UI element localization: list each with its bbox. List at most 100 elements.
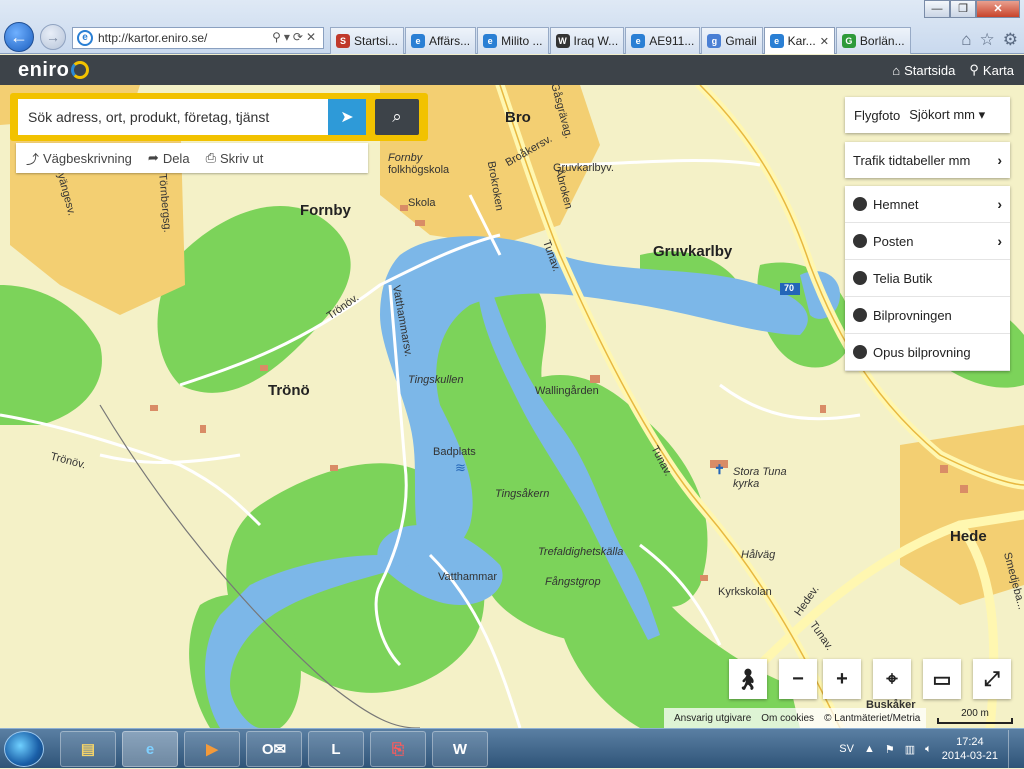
start-button[interactable]	[4, 731, 44, 767]
poi-item[interactable]: Posten ›	[845, 223, 1010, 260]
outlook-icon: O✉	[261, 741, 287, 758]
browser-tab[interactable]: g Gmail	[701, 27, 763, 54]
layer-sjokort[interactable]: Sjökort mm ▾	[900, 107, 985, 123]
poi-item-label: Hemnet	[873, 196, 919, 212]
measure-button[interactable]: ▭	[923, 659, 961, 699]
tab-favicon-icon: e	[631, 34, 646, 48]
attribution-cookies[interactable]: Om cookies	[761, 713, 814, 724]
tab-strip: S Startsi... e Affärs... e Milito ... W Iraq W.…	[330, 27, 912, 54]
browser-toolbar-icons: ⌂ ☆ ⚙	[961, 30, 1018, 50]
scale-bar: 200 m	[935, 708, 1015, 726]
nav-karta[interactable]: ⚲ Karta	[969, 62, 1014, 78]
my-location-button[interactable]: ⌖	[873, 659, 911, 699]
scale-line	[937, 718, 1013, 724]
locate-arrow-icon: ➤	[340, 109, 354, 126]
streetview-pegman-button[interactable]: 🚶︎	[729, 659, 767, 699]
tab-favicon-icon: e	[769, 34, 784, 48]
search-button[interactable]: ⌕	[375, 99, 419, 135]
taskbar-media-player[interactable]: ▶	[184, 731, 240, 767]
house-icon: ⌂	[892, 62, 901, 78]
close-button[interactable]: ✕	[976, 0, 1020, 18]
nav-startsida[interactable]: ⌂ Startsida	[892, 62, 955, 78]
minus-icon: −	[792, 667, 804, 690]
eniro-logo[interactable]: eniro	[18, 59, 90, 82]
caret-down-icon: ▾	[978, 107, 986, 122]
show-desktop-button[interactable]	[1008, 730, 1018, 768]
label-trono: Trönö	[268, 382, 310, 399]
map-layer-panel: Flygfoto Sjökort mm ▾	[845, 97, 1010, 133]
share-button[interactable]: ➦ Dela	[148, 150, 190, 166]
search-input[interactable]	[18, 99, 328, 135]
flag-icon[interactable]: ⚑	[885, 743, 895, 756]
tab-label: AE911...	[649, 34, 695, 48]
browser-tab[interactable]: e Affärs...	[405, 27, 477, 54]
poi-item-label: Posten	[873, 233, 914, 249]
map-canvas[interactable]: Bro Fornby Gruvkarlby Trönö Hede Fornby …	[0, 85, 1024, 728]
taskbar-outlook[interactable]: O✉	[246, 731, 302, 767]
tab-favicon-icon: e	[411, 34, 426, 48]
tray-expand-icon[interactable]: ▲	[864, 743, 875, 755]
opus-icon	[853, 345, 867, 359]
forward-button[interactable]: →	[40, 24, 66, 50]
tab-label: Borlän...	[859, 34, 905, 48]
poi-item[interactable]: Telia Butik	[845, 260, 1010, 297]
settings-gear-icon[interactable]: ⚙	[1003, 30, 1018, 50]
nav-karta-label: Karta	[982, 62, 1014, 78]
browser-tab[interactable]: e Kar... ✕	[763, 27, 835, 54]
volume-icon[interactable]: 🔈︎	[925, 743, 932, 756]
poi-item-label: Telia Butik	[873, 270, 933, 286]
browser-tab[interactable]: e Milito ...	[477, 27, 549, 54]
layer-flygfoto[interactable]: Flygfoto	[845, 108, 900, 123]
directions-button[interactable]: ⤴ Vägbeskrivning	[26, 149, 132, 168]
ie-icon: e	[145, 740, 155, 758]
tab-close-icon[interactable]: ✕	[820, 35, 829, 48]
label-halvag: Hålväg	[741, 549, 776, 561]
address-bar[interactable]: e http://kartor.eniro.se/ ⚲▾⟳✕	[72, 27, 324, 49]
address-tools[interactable]: ⚲▾⟳✕	[272, 30, 319, 44]
locate-button[interactable]: ➤	[328, 99, 366, 135]
label-fangstgrop: Fångstgrop	[545, 576, 601, 588]
attribution-copyright: © Lantmäteriet/Metria	[824, 712, 921, 724]
window-controls: — ❐ ✕	[924, 0, 1020, 18]
taskbar-explorer[interactable]: ▤	[60, 731, 116, 767]
label-bro: Bro	[505, 109, 531, 126]
traffic-panel[interactable]: Trafik tidtabeller mm ›	[845, 142, 1010, 178]
ruler-icon: ▭	[932, 668, 952, 691]
browser-tab[interactable]: S Startsi...	[330, 27, 405, 54]
chevron-right-icon: ›	[997, 152, 1002, 168]
pdf-icon: ⎘	[391, 740, 404, 758]
minimize-button[interactable]: —	[924, 0, 950, 18]
poi-item[interactable]: Bilprovningen	[845, 297, 1010, 334]
back-button[interactable]: ←	[4, 22, 34, 52]
poi-item[interactable]: Hemnet ›	[845, 186, 1010, 223]
clock[interactable]: 17:24 2014-03-21	[942, 735, 998, 763]
print-button[interactable]: ⎙ Skriv ut	[206, 150, 264, 166]
lync-icon: L	[331, 740, 341, 758]
favorites-icon[interactable]: ☆	[980, 30, 995, 50]
poi-item-label: Opus bilprovning	[873, 344, 971, 360]
label-badplats: Badplats	[433, 446, 476, 458]
browser-tab[interactable]: W Iraq W...	[549, 27, 625, 54]
browser-tab[interactable]: e AE911...	[625, 27, 701, 54]
fullscreen-button[interactable]: ⤢	[973, 659, 1011, 699]
expand-icon: ⤢	[984, 667, 1000, 690]
share-label: Dela	[162, 150, 190, 166]
posten-icon	[853, 234, 867, 248]
map-pin-icon: ⚲	[969, 62, 979, 77]
maximize-button[interactable]: ❐	[950, 0, 976, 18]
poi-item[interactable]: Opus bilprovning	[845, 334, 1010, 371]
taskbar-ie[interactable]: e	[122, 731, 178, 767]
zoom-in-button[interactable]: +	[823, 659, 861, 699]
zoom-out-button[interactable]: −	[779, 659, 817, 699]
browser-tab[interactable]: G Borlän...	[835, 27, 911, 54]
taskbar-word[interactable]: W	[432, 731, 488, 767]
taskbar-lync[interactable]: L	[308, 731, 364, 767]
label-tingskullen: Tingskullen	[408, 374, 464, 386]
label-stora-tuna: Stora Tuna	[733, 466, 787, 478]
home-icon[interactable]: ⌂	[961, 30, 971, 50]
language-indicator[interactable]: SV	[839, 743, 854, 755]
attribution-publisher[interactable]: Ansvarig utgivare	[674, 713, 751, 724]
taskbar-acrobat[interactable]: ⎘	[370, 731, 426, 767]
network-icon[interactable]: ▥	[905, 743, 915, 756]
label-kyrka: kyrka	[733, 478, 760, 490]
